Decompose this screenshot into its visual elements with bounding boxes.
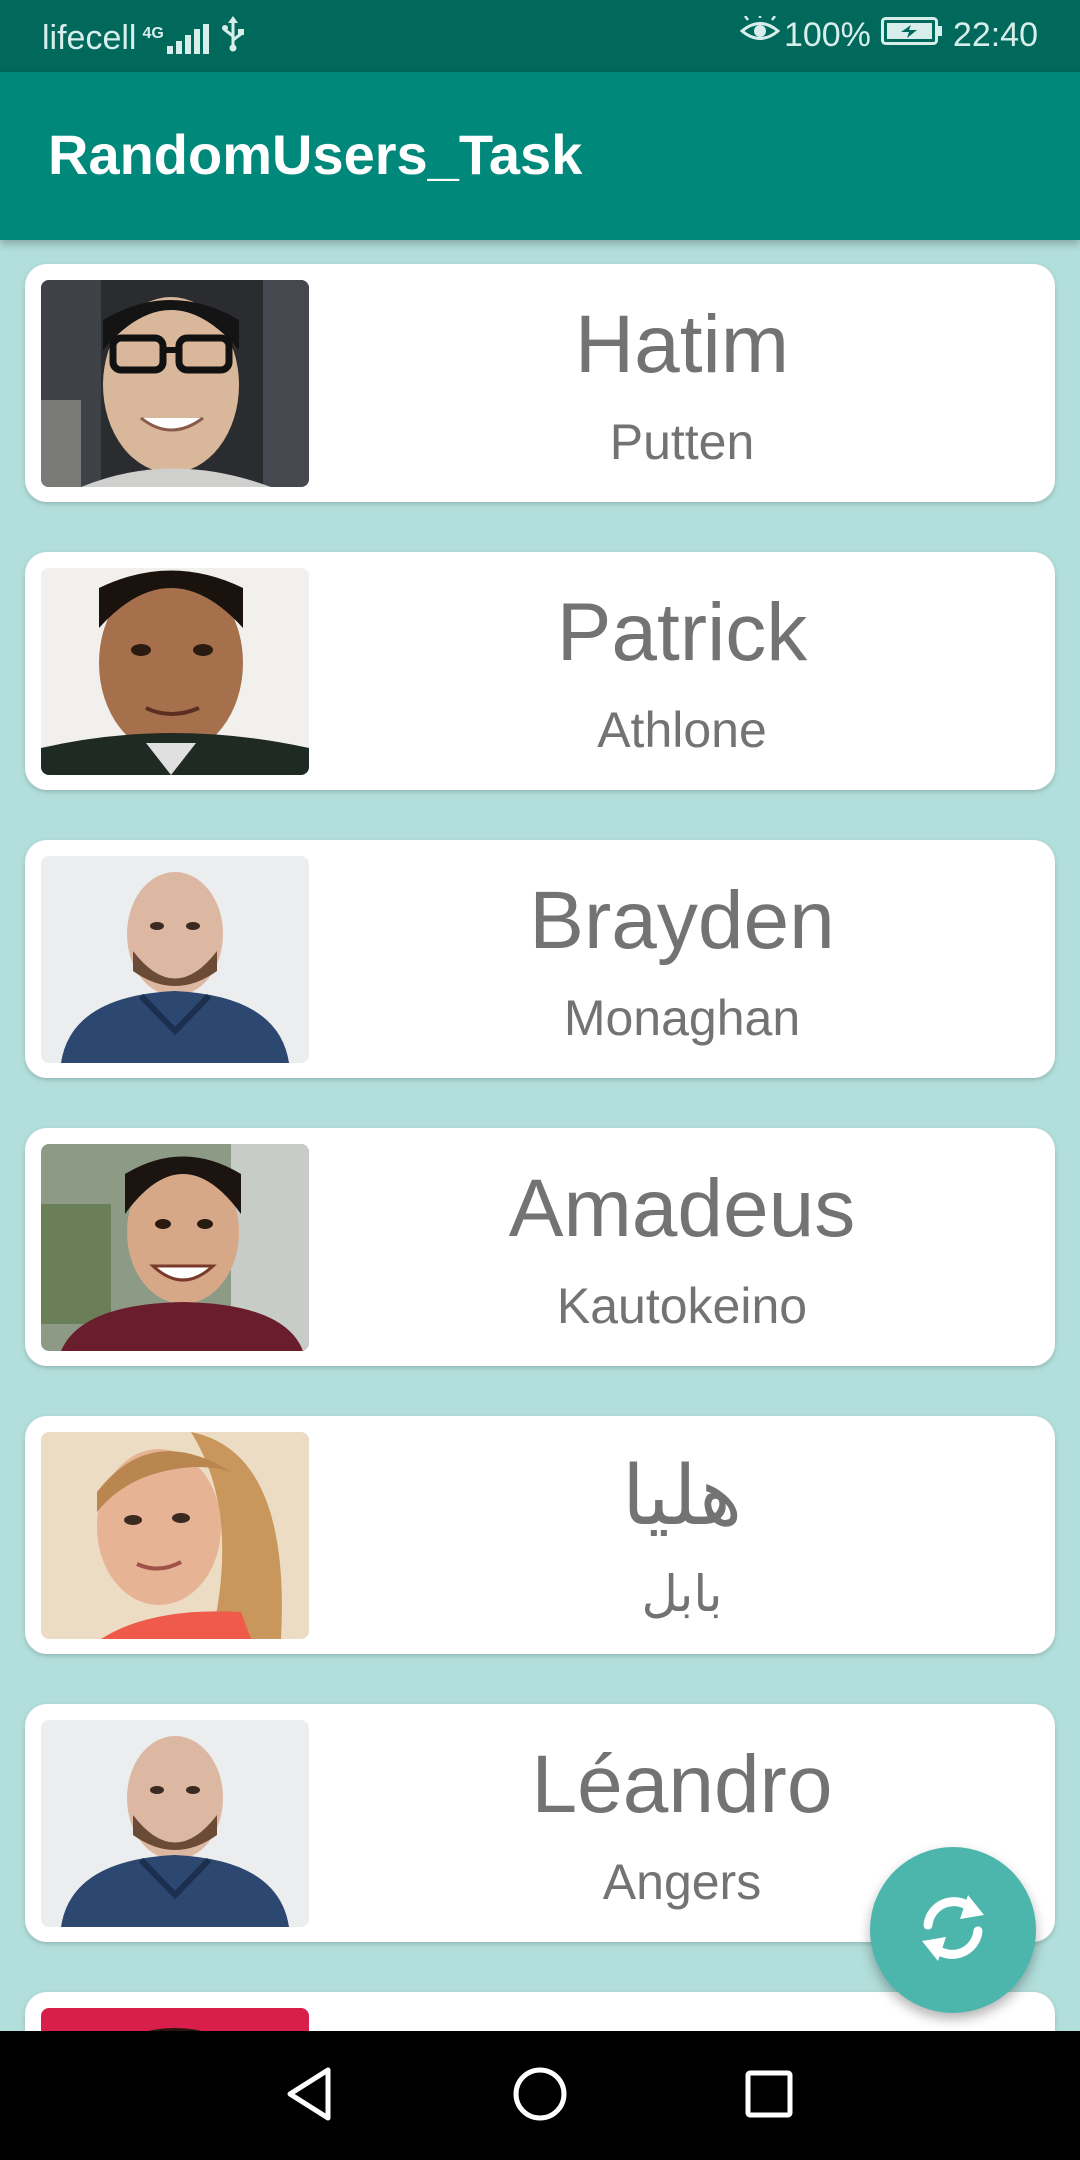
back-icon — [284, 2066, 334, 2127]
user-card[interactable]: Hatim Putten — [25, 264, 1055, 502]
status-right: 100% 22:40 — [739, 14, 1038, 55]
user-first-name: Léandro — [531, 1739, 833, 1830]
user-city: بابل — [641, 1566, 723, 1622]
recents-icon — [744, 2069, 794, 2124]
clock: 22:40 — [952, 16, 1038, 54]
user-avatar — [41, 1144, 309, 1351]
user-first-name: هلیا — [621, 1451, 743, 1542]
user-city: Monaghan — [563, 990, 801, 1046]
user-avatar — [41, 1432, 309, 1639]
battery-icon — [880, 16, 943, 55]
user-avatar — [41, 856, 309, 1063]
navigation-bar — [0, 2031, 1080, 2160]
user-avatar — [41, 1720, 309, 1927]
refresh-icon — [914, 1889, 992, 1972]
user-card[interactable]: Patrick Athlone — [25, 552, 1055, 790]
user-card[interactable]: Amadeus Kautokeino — [25, 1128, 1055, 1366]
usb-icon — [221, 16, 245, 61]
user-avatar — [41, 280, 309, 487]
app-title: RandomUsers_Task — [48, 123, 583, 186]
user-card[interactable]: Brayden Monaghan — [25, 840, 1055, 1078]
refresh-button[interactable] — [870, 1847, 1036, 2013]
back-button[interactable] — [272, 2059, 346, 2133]
status-left: lifecell 4G — [42, 16, 245, 61]
user-info: Amadeus Kautokeino — [309, 1128, 1055, 1366]
user-info: هلیا بابل — [309, 1416, 1055, 1654]
user-first-name: Amadeus — [508, 1163, 856, 1254]
user-city: Kautokeino — [556, 1278, 808, 1334]
status-bar: lifecell 4G 100% 22:40 — [0, 0, 1080, 72]
recents-button[interactable] — [732, 2059, 806, 2133]
network-type: 4G — [142, 24, 164, 42]
user-avatar — [41, 568, 309, 775]
user-city: Putten — [609, 414, 755, 470]
battery-percent: 100% — [783, 16, 871, 54]
user-first-name: Hatim — [574, 299, 790, 390]
home-button[interactable] — [503, 2059, 577, 2133]
user-avatar — [41, 2008, 309, 2031]
user-info: Hatim Putten — [309, 264, 1055, 502]
user-city: Athlone — [597, 702, 767, 758]
app-bar: RandomUsers_Task — [0, 72, 1080, 240]
carrier-name: lifecell — [42, 19, 137, 57]
user-info: Brayden Monaghan — [309, 840, 1055, 1078]
signal-icon: 4G — [142, 23, 209, 54]
user-card[interactable] — [25, 1992, 1055, 2031]
user-card[interactable]: هلیا بابل — [25, 1416, 1055, 1654]
eye-icon — [739, 14, 781, 55]
user-first-name: Patrick — [556, 587, 808, 678]
user-list[interactable]: Hatim Putten Patrick Athlone Brayden Mon… — [0, 240, 1080, 2031]
user-first-name: Brayden — [529, 875, 835, 966]
user-info: Patrick Athlone — [309, 552, 1055, 790]
home-icon — [512, 2066, 568, 2127]
